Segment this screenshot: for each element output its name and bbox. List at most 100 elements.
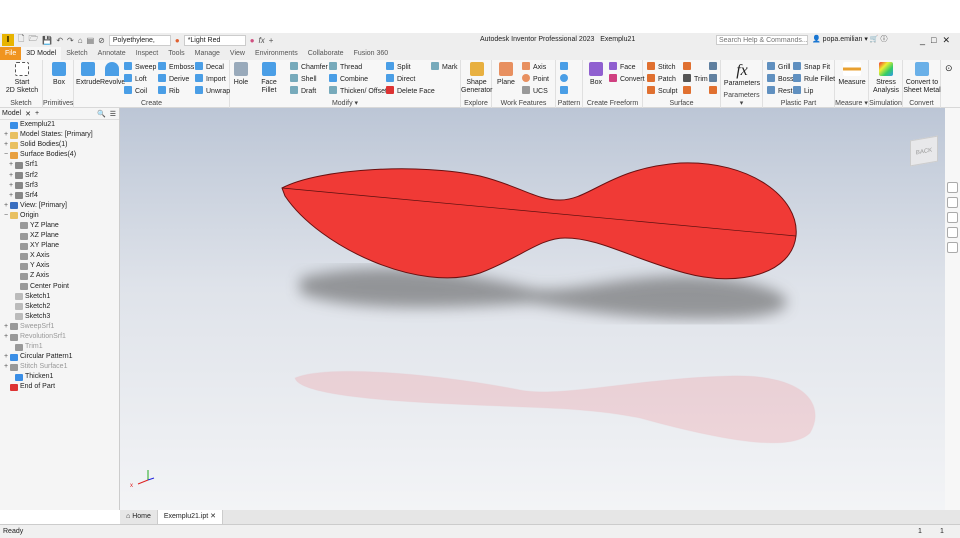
- browser-item[interactable]: + RevolutionSrf1: [0, 332, 119, 342]
- tab-exemplu21[interactable]: Exemplu21.ipt ✕: [157, 510, 224, 524]
- stitch-button[interactable]: Stitch: [647, 62, 676, 73]
- browser-item[interactable]: + View: [Primary]: [0, 201, 119, 211]
- expand-toggle[interactable]: −: [2, 150, 10, 160]
- appearance-dropdown[interactable]: *Light Red: [183, 34, 246, 46]
- material-dropdown[interactable]: Polyethylene,: [108, 34, 171, 46]
- rectangular-pattern-button[interactable]: [560, 62, 571, 73]
- tab-view[interactable]: View: [225, 47, 250, 60]
- tab-manage[interactable]: Manage: [190, 47, 225, 60]
- combine-button[interactable]: Combine: [329, 74, 368, 85]
- measure-button[interactable]: Measure: [835, 62, 869, 87]
- coil-button[interactable]: Coil: [124, 86, 147, 97]
- browser-item[interactable]: + Model States: [Primary]: [0, 130, 119, 140]
- expand-toggle[interactable]: +: [2, 352, 10, 362]
- browser-item[interactable]: + Solid Bodies(1): [0, 140, 119, 150]
- search-input[interactable]: [716, 35, 808, 45]
- group-label[interactable]: Parameters ▾: [721, 92, 762, 107]
- draft-button[interactable]: Draft: [290, 86, 316, 97]
- expand-toggle[interactable]: +: [2, 322, 10, 332]
- shape-generator-button[interactable]: Shape Generator: [461, 62, 493, 95]
- browser-item[interactable]: Trim1: [0, 342, 119, 352]
- browser-item[interactable]: + Stitch Surface1: [0, 362, 119, 372]
- circular-pattern-button[interactable]: [560, 74, 571, 85]
- browser-item[interactable]: − Origin: [0, 211, 119, 221]
- unwrap-button[interactable]: Unwrap: [195, 86, 230, 97]
- zoom-icon[interactable]: [947, 212, 958, 223]
- tab-environments[interactable]: Environments: [250, 47, 303, 60]
- search-icon[interactable]: 🔍: [97, 110, 106, 118]
- undo-icon[interactable]: ↶: [56, 36, 63, 45]
- convert-freeform-button[interactable]: Convert: [609, 74, 645, 85]
- tab-fusion-360[interactable]: Fusion 360: [349, 47, 394, 60]
- browser-item[interactable]: Z Axis: [0, 271, 119, 281]
- snap-fit-button[interactable]: Snap Fit: [793, 62, 830, 73]
- boss-button[interactable]: Boss: [767, 74, 794, 85]
- tab-annotate[interactable]: Annotate: [93, 47, 131, 60]
- browser-item[interactable]: Sketch3: [0, 312, 119, 322]
- freeform-box-button[interactable]: Box: [585, 62, 607, 87]
- browser-item[interactable]: + Srf1: [0, 160, 119, 170]
- point-button[interactable]: Point: [522, 74, 549, 85]
- box-button[interactable]: Box: [47, 62, 71, 87]
- extend-button[interactable]: [683, 86, 694, 97]
- axis-button[interactable]: Axis: [522, 62, 546, 73]
- tab-collaborate[interactable]: Collaborate: [303, 47, 349, 60]
- browser-item[interactable]: + Srf4: [0, 191, 119, 201]
- browser-item[interactable]: Thicken1: [0, 372, 119, 382]
- face-fillet-button[interactable]: Face Fillet: [254, 62, 284, 95]
- fit-mesh-button[interactable]: [709, 86, 720, 97]
- grill-button[interactable]: Grill: [767, 62, 790, 73]
- look-at-icon[interactable]: [947, 242, 958, 253]
- trim-button[interactable]: Trim: [683, 74, 708, 85]
- user-account[interactable]: 👤 popa.emilian ▾ 🛒 ⓘ: [812, 33, 887, 47]
- graphics-viewport[interactable]: x BACK: [120, 108, 945, 510]
- start-sketch-button[interactable]: Start 2D Sketch: [4, 62, 40, 95]
- browser-item[interactable]: + SweepSrf1: [0, 322, 119, 332]
- browser-tab-model[interactable]: Model: [2, 110, 21, 117]
- hole-button[interactable]: Hole: [231, 62, 251, 87]
- expand-toggle[interactable]: +: [2, 362, 10, 372]
- mirror-button[interactable]: [560, 86, 571, 97]
- save-icon[interactable]: 💾: [42, 36, 52, 45]
- window-controls[interactable]: _□✕: [920, 33, 956, 47]
- tab-home[interactable]: ⌂ Home: [120, 510, 158, 524]
- direct-button[interactable]: Direct: [386, 74, 415, 85]
- expand-toggle[interactable]: +: [7, 191, 15, 201]
- lip-button[interactable]: Lip: [793, 86, 813, 97]
- repair-button[interactable]: [709, 74, 720, 85]
- app-logo[interactable]: I: [2, 34, 14, 46]
- ribbon-options-icon[interactable]: ⊙: [945, 63, 953, 74]
- face-button[interactable]: Face: [609, 62, 636, 73]
- sculpt-button[interactable]: Sculpt: [647, 86, 677, 97]
- browser-item[interactable]: + Srf3: [0, 181, 119, 191]
- adjust-icon[interactable]: ●: [250, 36, 255, 45]
- expand-toggle[interactable]: +: [2, 201, 10, 211]
- extrude-button[interactable]: Extrude: [76, 62, 100, 87]
- rib-button[interactable]: Rib: [158, 86, 180, 97]
- group-label[interactable]: Modify ▾: [230, 99, 460, 107]
- loft-button[interactable]: Loft: [124, 74, 147, 85]
- derive-button[interactable]: Derive: [158, 74, 189, 85]
- split-button[interactable]: Split: [386, 62, 411, 73]
- replace-face-button[interactable]: [709, 62, 720, 73]
- redo-icon[interactable]: ↷: [67, 36, 74, 45]
- expand-toggle[interactable]: +: [2, 140, 10, 150]
- expand-toggle[interactable]: +: [2, 332, 10, 342]
- browser-item[interactable]: X Axis: [0, 251, 119, 261]
- browser-item[interactable]: − Surface Bodies(4): [0, 150, 119, 160]
- shell-button[interactable]: Shell: [290, 74, 317, 85]
- patch-button[interactable]: Patch: [647, 74, 676, 85]
- update-icon[interactable]: ▤: [87, 36, 95, 45]
- tab-sketch[interactable]: Sketch: [61, 47, 92, 60]
- delete-face-button[interactable]: Delete Face: [386, 86, 435, 97]
- expand-toggle[interactable]: +: [7, 171, 15, 181]
- tab-tools[interactable]: Tools: [163, 47, 189, 60]
- tab-3d-model[interactable]: 3D Model: [21, 47, 62, 60]
- plus-icon[interactable]: +: [269, 36, 274, 45]
- expand-toggle[interactable]: +: [7, 160, 15, 170]
- browser-item[interactable]: + Srf2: [0, 170, 119, 180]
- mark-button[interactable]: Mark: [431, 62, 458, 73]
- browser-item[interactable]: Y Axis: [0, 261, 119, 271]
- expand-toggle[interactable]: +: [7, 181, 15, 191]
- browser-item[interactable]: XZ Plane: [0, 231, 119, 241]
